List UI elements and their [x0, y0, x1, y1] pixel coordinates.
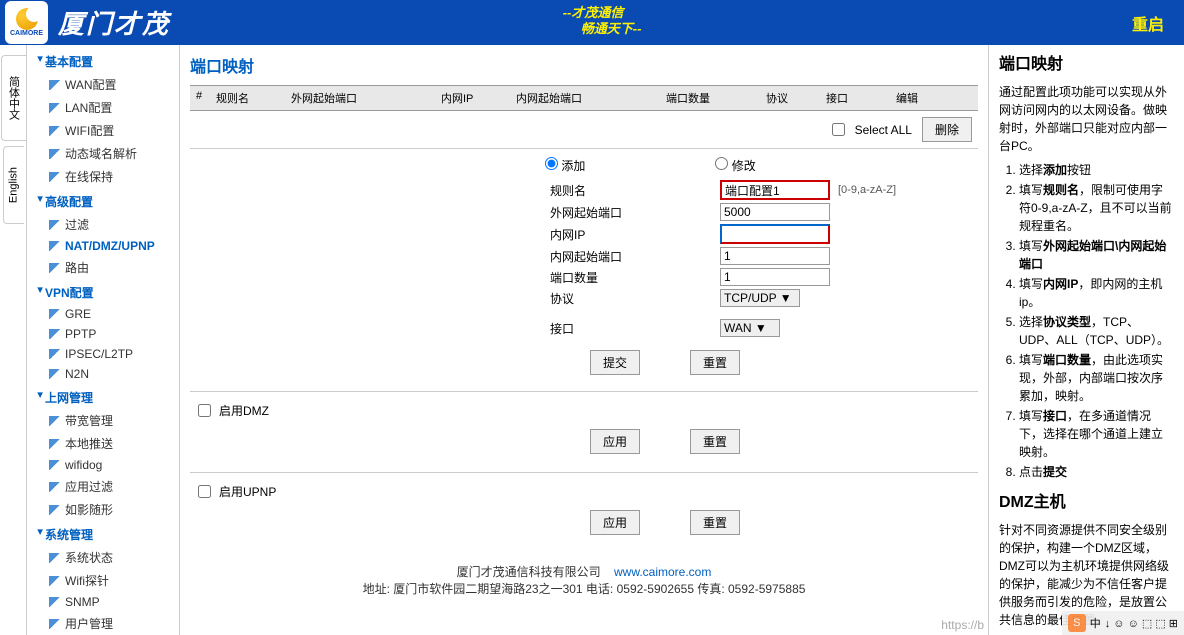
reboot-link[interactable]: 重启 [1132, 11, 1164, 35]
nav-item[interactable]: SNMP [45, 592, 179, 612]
nav-item[interactable]: 系统状态 [45, 546, 179, 569]
delete-button[interactable]: 删除 [922, 117, 972, 142]
int-ip-input[interactable] [720, 224, 830, 244]
upnp-checkbox[interactable] [198, 485, 211, 498]
main-content: 端口映射 # 规则名 外网起始端口 内网IP 内网起始端口 端口数量 协议 接口… [180, 45, 988, 635]
dmz-label: 启用DMZ [219, 402, 269, 419]
slogan: --才茂通信 畅通天下-- [545, 5, 642, 37]
nav-item[interactable]: 本地推送 [45, 432, 179, 455]
page-title: 端口映射 [190, 50, 978, 80]
url-hint: https://b [941, 618, 984, 632]
nav-item[interactable]: GRE [45, 304, 179, 324]
select-all-label: Select ALL [855, 123, 912, 137]
nav-item[interactable]: 如影随形 [45, 498, 179, 521]
upnp-apply-button[interactable]: 应用 [590, 510, 640, 535]
nav-item[interactable]: IPSEC/L2TP [45, 344, 179, 364]
nav-item[interactable]: wifidog [45, 455, 179, 475]
nav-item[interactable]: LAN配置 [45, 96, 179, 119]
sidebar: 基本配置WAN配置LAN配置WIFI配置动态域名解析在线保持高级配置过滤NAT/… [27, 45, 180, 635]
lang-tab-en[interactable]: English [3, 146, 24, 224]
radio-modify[interactable]: 修改 [715, 157, 755, 174]
nav-item[interactable]: WIFI配置 [45, 119, 179, 142]
int-port-input[interactable] [720, 247, 830, 265]
tray-icon[interactable]: S [1068, 614, 1086, 632]
nav-item[interactable]: 在线保持 [45, 165, 179, 188]
nav-item[interactable]: Wifi探针 [45, 569, 179, 592]
nav-item[interactable]: 带宽管理 [45, 409, 179, 432]
table-header: # 规则名 外网起始端口 内网IP 内网起始端口 端口数量 协议 接口 编辑 [190, 85, 978, 111]
port-count-input[interactable] [720, 268, 830, 286]
nav-item[interactable]: NAT/DMZ/UPNP [45, 236, 179, 256]
upnp-reset-button[interactable]: 重置 [690, 510, 740, 535]
system-tray: S 中 ↓ ☺ ☺ ⬚ ⬚ ⊞ [1062, 611, 1184, 635]
dmz-checkbox[interactable] [198, 404, 211, 417]
logo: CAIMORE [5, 1, 48, 44]
brand-name: 厦门才茂 [58, 4, 170, 41]
nav-item[interactable]: 应用过滤 [45, 475, 179, 498]
footer-link[interactable]: www.caimore.com [614, 565, 711, 579]
reset-button[interactable]: 重置 [690, 350, 740, 375]
nav-item[interactable]: 过滤 [45, 213, 179, 236]
help-panel: 端口映射 通过配置此项功能可以实现从外网访问网内的以太网设备。做映射时，外部端口… [988, 45, 1184, 635]
submit-button[interactable]: 提交 [590, 350, 640, 375]
nav-item[interactable]: 动态域名解析 [45, 142, 179, 165]
nav-group-title[interactable]: 高级配置 [27, 190, 179, 213]
nav-group-title[interactable]: 上网管理 [27, 386, 179, 409]
dmz-reset-button[interactable]: 重置 [690, 429, 740, 454]
lang-tab-zh[interactable]: 简体中文 [1, 55, 26, 141]
nav-item[interactable]: PPTP [45, 324, 179, 344]
nav-item[interactable]: WAN配置 [45, 73, 179, 96]
nav-item[interactable]: 路由 [45, 256, 179, 279]
protocol-select[interactable]: TCP/UDP ▼ [720, 289, 800, 307]
nav-group-title[interactable]: 基本配置 [27, 50, 179, 73]
ext-port-input[interactable] [720, 203, 830, 221]
interface-select[interactable]: WAN ▼ [720, 319, 780, 337]
select-all-checkbox[interactable] [832, 123, 845, 136]
nav-item[interactable]: 用户管理 [45, 612, 179, 635]
nav-item[interactable]: N2N [45, 364, 179, 384]
upnp-label: 启用UPNP [219, 483, 276, 500]
dmz-apply-button[interactable]: 应用 [590, 429, 640, 454]
footer: 厦门才茂通信科技有限公司 www.caimore.com 地址: 厦门市软件园二… [190, 553, 978, 607]
nav-group-title[interactable]: 系统管理 [27, 523, 179, 546]
rule-name-input[interactable] [720, 180, 830, 200]
radio-add[interactable]: 添加 [545, 157, 585, 174]
nav-group-title[interactable]: VPN配置 [27, 281, 179, 304]
